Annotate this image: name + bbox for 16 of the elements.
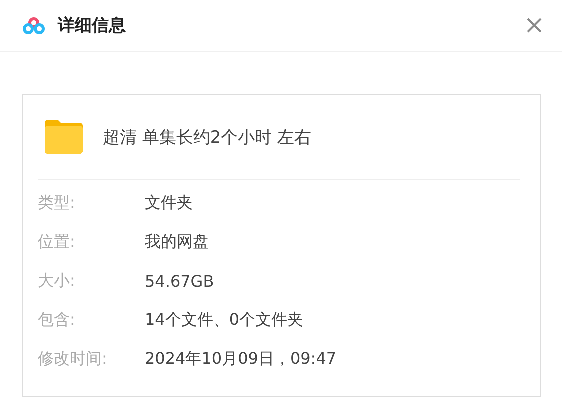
property-value: 2024年10月09日，09:47 [145,349,337,370]
dialog-title: 详细信息 [58,15,126,37]
property-value: 14个文件、0个文件夹 [145,310,304,331]
property-value: 54.67GB [145,272,214,291]
close-button[interactable] [525,16,544,35]
property-label: 位置: [38,232,76,253]
property-label: 修改时间: [38,349,108,370]
close-icon [527,18,542,33]
cloud-logo-icon [22,16,46,34]
property-value: 我的网盘 [145,232,209,253]
folder-name: 超清 单集长约2个小时 左右 [103,126,312,148]
property-label: 大小: [38,271,76,292]
property-value: 文件夹 [145,193,193,214]
property-label: 包含: [38,310,76,331]
folder-icon [45,120,83,154]
property-label: 类型: [38,193,76,214]
